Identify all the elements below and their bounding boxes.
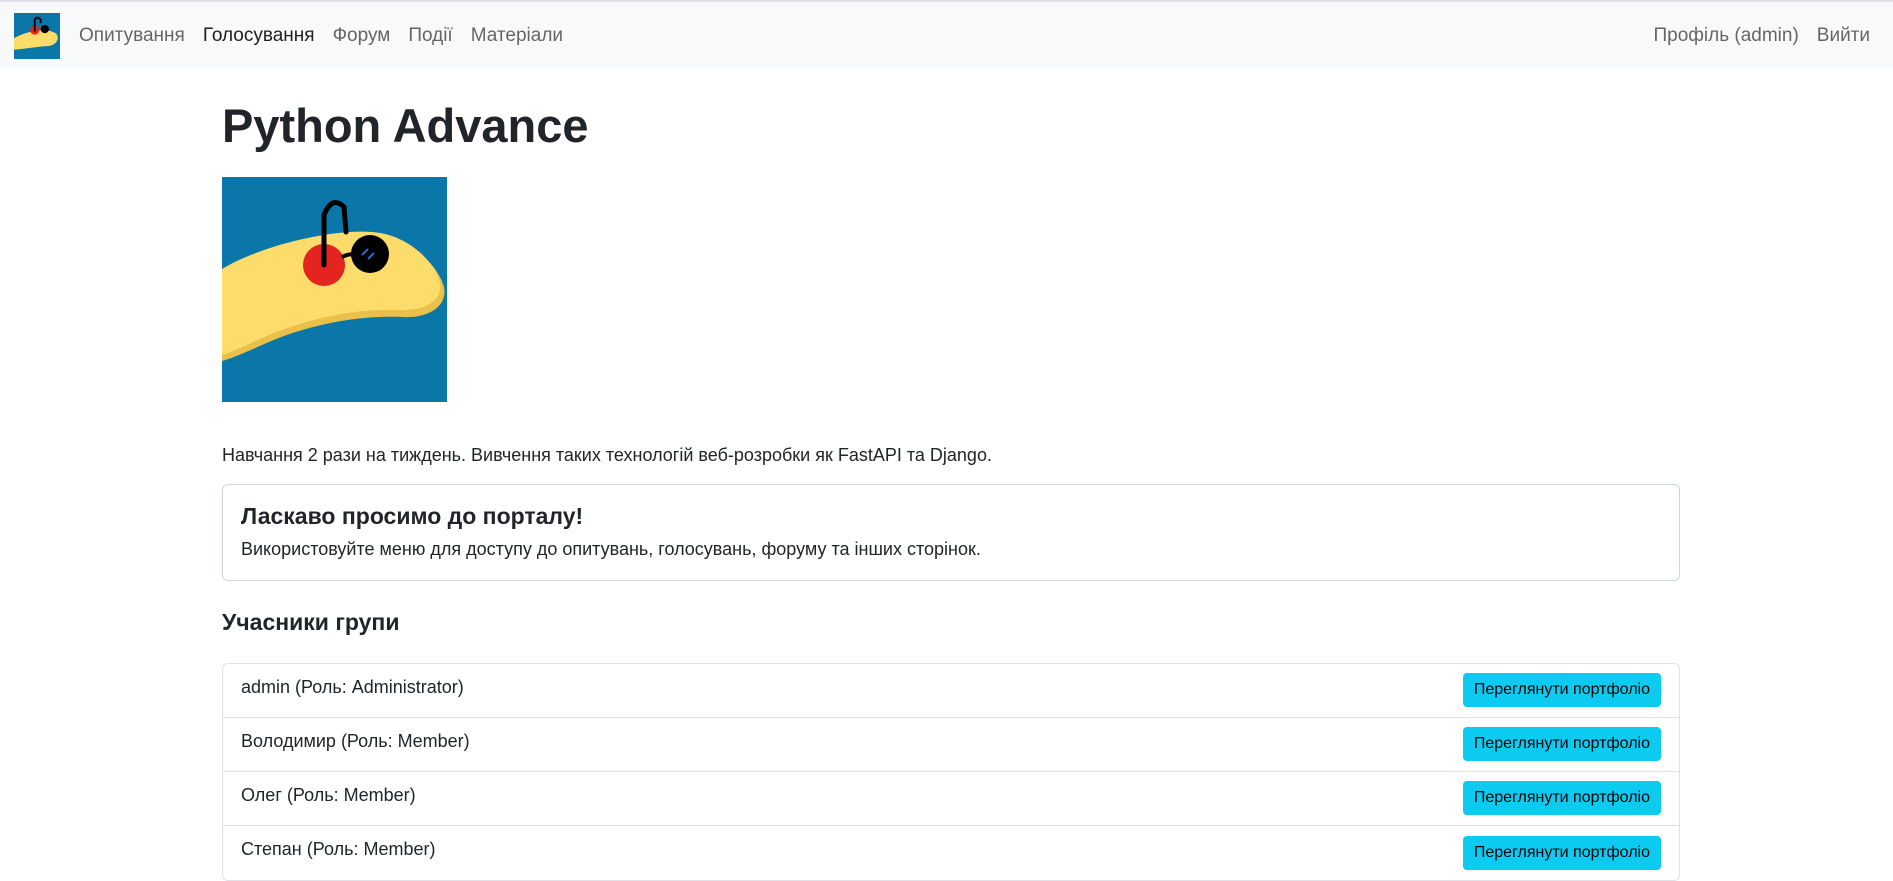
python-mascot-image — [222, 176, 447, 402]
view-portfolio-button[interactable]: Переглянути портфоліо — [1462, 727, 1661, 762]
nav-item-forum[interactable]: Форум — [324, 25, 400, 47]
member-name: Володимир (Роль: Member) — [241, 730, 470, 751]
member-name: Степан (Роль: Member) — [241, 839, 436, 860]
list-item: admin (Роль: Administrator) Переглянути … — [223, 664, 1679, 718]
main-content: Python Advance Навчання 2 рази на тижден… — [222, 69, 1680, 881]
python-mascot-logo-icon[interactable] — [14, 12, 60, 59]
nav-item-materials[interactable]: Матеріали — [462, 25, 572, 47]
nav-item-voting[interactable]: Голосування — [194, 25, 324, 47]
view-portfolio-button[interactable]: Переглянути портфоліо — [1462, 673, 1661, 708]
logout-link[interactable]: Вийти — [1808, 25, 1879, 47]
welcome-text: Використовуйте меню для доступу до опиту… — [241, 538, 981, 559]
member-name: admin (Роль: Administrator) — [241, 676, 464, 697]
view-portfolio-button[interactable]: Переглянути портфоліо — [1462, 781, 1661, 816]
members-list: admin (Роль: Administrator) Переглянути … — [222, 662, 1680, 881]
group-description: Навчання 2 рази на тиждень. Вивчення так… — [222, 444, 992, 465]
page-title: Python Advance — [222, 99, 589, 152]
list-item: Олег (Роль: Member) Переглянути портфолі… — [223, 772, 1679, 826]
members-heading: Учасники групи — [222, 608, 400, 635]
profile-link[interactable]: Профіль (admin) — [1644, 25, 1807, 47]
navbar: Опитування Голосування Форум Події Матер… — [0, 2, 1893, 69]
view-portfolio-button[interactable]: Переглянути портфоліо — [1462, 835, 1661, 870]
list-item: Степан (Роль: Member) Переглянути портфо… — [223, 826, 1679, 880]
member-name: Олег (Роль: Member) — [241, 784, 416, 805]
nav-item-events[interactable]: Події — [399, 25, 461, 47]
welcome-title: Ласкаво просимо до порталу! — [241, 502, 584, 529]
nav-user-menu: Профіль (admin) Вийти — [1644, 25, 1879, 47]
nav-menu: Опитування Голосування Форум Події Матер… — [70, 25, 572, 47]
welcome-card: Ласкаво просимо до порталу! Використовуй… — [222, 483, 1680, 581]
nav-item-surveys[interactable]: Опитування — [70, 25, 194, 47]
list-item: Володимир (Роль: Member) Переглянути пор… — [223, 718, 1679, 772]
